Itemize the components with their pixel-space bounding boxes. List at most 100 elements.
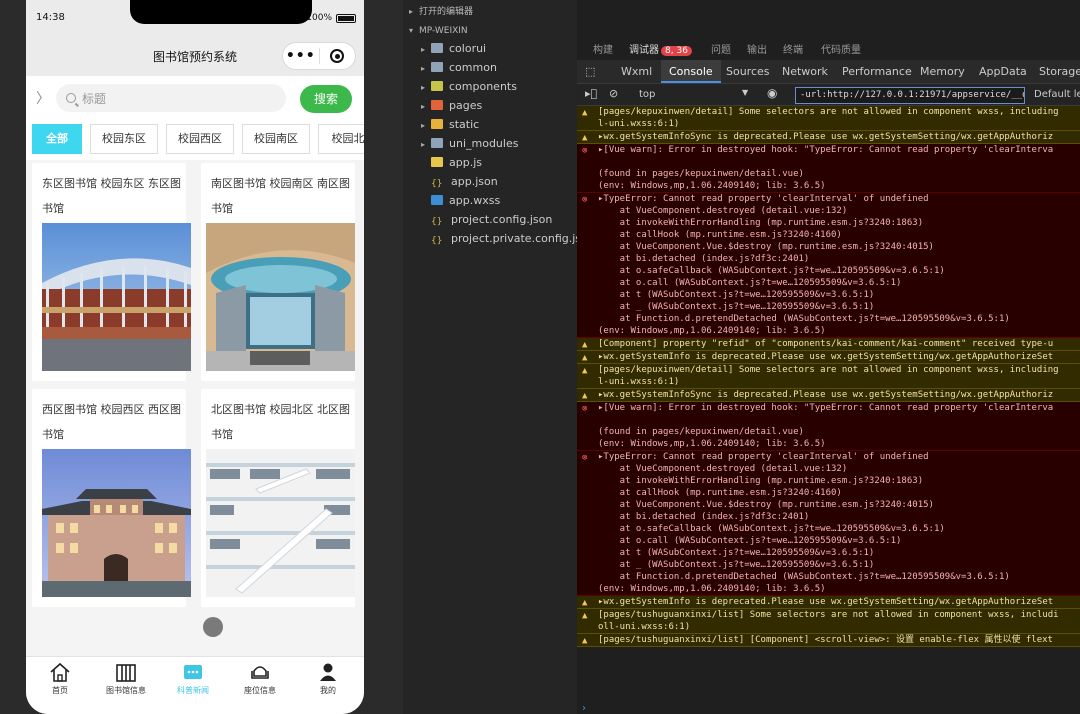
console-message-text: ▸TypeError: Cannot read property 'clearI… bbox=[598, 452, 1010, 594]
close-miniprogram-icon[interactable] bbox=[319, 49, 355, 63]
sidebar-toggle-icon[interactable]: ▸⃞ bbox=[585, 87, 597, 100]
library-card[interactable]: 东区图书馆 校园东区 东区图书馆 bbox=[32, 163, 191, 381]
category-all[interactable]: 全部 bbox=[32, 124, 82, 154]
tab-news[interactable]: 科普新闻 bbox=[163, 661, 223, 696]
console-message-text: [Component] property "refid" of "compone… bbox=[598, 339, 1054, 349]
error-icon: ⊗ bbox=[582, 453, 588, 463]
status-time: 14:38 bbox=[36, 12, 65, 23]
tab-console[interactable]: Console bbox=[661, 60, 721, 83]
project-header[interactable]: ▾ MP-WEIXIN bbox=[409, 21, 468, 40]
error-icon: ⊗ bbox=[582, 146, 588, 156]
console-output: ▲ [pages/kepuxinwen/detail] Some selector… bbox=[577, 106, 1080, 714]
tree-item-colorui[interactable]: ▸ colorui bbox=[421, 39, 486, 58]
console-error-message[interactable]: ⊗ ▸TypeError: Cannot read property 'clear… bbox=[577, 451, 1080, 596]
tree-item-project-config[interactable]: {} project.config.json bbox=[431, 210, 552, 229]
tab-memory[interactable]: Memory bbox=[920, 65, 965, 78]
tab-sources[interactable]: Sources bbox=[726, 65, 770, 78]
warning-icon: ▲ bbox=[582, 366, 588, 376]
warning-icon: ▲ bbox=[582, 340, 588, 350]
tab-label: 我的 bbox=[320, 686, 336, 695]
tab-label: 科普新闻 bbox=[177, 686, 209, 695]
home-icon bbox=[50, 662, 70, 682]
console-message-text: [pages/tushuguanxinxi/list] Some selecto… bbox=[598, 610, 1059, 632]
console-error-message[interactable]: ⊗ ▸[Vue warn]: Error in destroyed hook: "… bbox=[577, 144, 1080, 193]
console-warning-message[interactable]: ▲ [pages/kepuxinwen/detail] Some selector… bbox=[577, 106, 1080, 131]
console-warning-message[interactable]: ▲ [pages/tushuguanxinxi/list] [Component]… bbox=[577, 634, 1080, 647]
folder-pages-icon bbox=[431, 100, 443, 110]
tab-network[interactable]: Network bbox=[782, 65, 828, 78]
tab-label: 座位信息 bbox=[244, 686, 276, 695]
tab-home[interactable]: 首页 bbox=[30, 661, 90, 696]
library-card[interactable]: 北区图书馆 校园北区 北区图书馆 bbox=[201, 389, 355, 607]
clear-console-icon[interactable]: ⊘ bbox=[609, 87, 618, 100]
category-west[interactable]: 校园西区 bbox=[166, 124, 234, 154]
tab-storage[interactable]: Storage bbox=[1039, 65, 1080, 78]
tree-item-app-json[interactable]: {} app.json bbox=[431, 172, 498, 191]
folder-components-icon bbox=[431, 81, 443, 91]
warning-icon: ▲ bbox=[582, 133, 588, 143]
search-button[interactable]: 搜索 bbox=[300, 85, 352, 113]
js-file-icon bbox=[431, 157, 443, 167]
tab-wxml[interactable]: Wxml bbox=[621, 65, 652, 78]
console-warning-message[interactable]: ▲ [pages/tushuguanxinxi/list] Some select… bbox=[577, 609, 1080, 634]
tab-label: 首页 bbox=[52, 686, 68, 695]
console-error-message[interactable]: ⊗ ▸TypeError: Cannot read property 'clear… bbox=[577, 193, 1080, 338]
tab-code-quality[interactable]: 代码质量 bbox=[821, 41, 861, 56]
filter-input[interactable]: -url:http://127.0.0.1:21971/appservice/_… bbox=[795, 87, 1025, 104]
more-icon[interactable]: ••• bbox=[283, 49, 319, 63]
console-message-text: [pages/kepuxinwen/detail] Some selectors… bbox=[598, 107, 1059, 129]
tree-item-static[interactable]: ▸ static bbox=[421, 115, 479, 134]
tree-item-app-wxss[interactable]: app.wxss bbox=[431, 191, 500, 210]
library-card[interactable]: 西区图书馆 校园西区 西区图书馆 bbox=[32, 389, 191, 607]
eye-icon[interactable]: ◉ bbox=[767, 86, 777, 100]
console-warning-message[interactable]: ▲ ▸wx.getSystemInfo is deprecated.Please … bbox=[577, 351, 1080, 364]
inspect-icon[interactable]: ⬚ bbox=[585, 65, 595, 78]
console-prompt-icon[interactable]: › bbox=[582, 703, 586, 714]
chevron-left-icon[interactable]: 〉 bbox=[36, 88, 50, 108]
tab-terminal[interactable]: 终端 bbox=[783, 41, 803, 56]
tree-item-components[interactable]: ▸ components bbox=[421, 77, 517, 96]
tab-appdata[interactable]: AppData bbox=[979, 65, 1027, 78]
tree-item-app-js[interactable]: app.js bbox=[431, 153, 482, 172]
file-explorer: ▸ 打开的编辑器 ▾ MP-WEIXIN ▸ colorui ▸ common ▸ com… bbox=[403, 0, 592, 714]
tab-library-info[interactable]: 图书馆信息 bbox=[96, 661, 156, 696]
tab-mine[interactable]: 我的 bbox=[298, 661, 358, 696]
tree-item-pages[interactable]: ▸ pages bbox=[421, 96, 482, 115]
chevron-down-icon[interactable]: ▼ bbox=[742, 88, 748, 97]
chevron-right-icon: ▸ bbox=[421, 102, 426, 111]
tab-performance[interactable]: Performance bbox=[842, 65, 912, 78]
chevron-right-icon: ▸ bbox=[421, 45, 426, 54]
search-input[interactable]: 标题 bbox=[56, 84, 286, 112]
category-north[interactable]: 校园北 bbox=[318, 124, 364, 154]
console-message-text: [pages/tushuguanxinxi/list] [Component] … bbox=[598, 635, 1053, 645]
tab-problems[interactable]: 问题 bbox=[711, 41, 731, 56]
console-warning-message[interactable]: ▲ [Component] property "refid" of "compon… bbox=[577, 338, 1080, 351]
context-selector[interactable]: top bbox=[639, 89, 655, 100]
tab-output[interactable]: 输出 bbox=[747, 41, 767, 56]
console-warning-message[interactable]: ▲ ▸wx.getSystemInfoSync is deprecated.Ple… bbox=[577, 131, 1080, 144]
category-east[interactable]: 校园东区 bbox=[90, 124, 158, 154]
seat-icon bbox=[251, 666, 269, 679]
open-editors-header[interactable]: ▸ 打开的编辑器 bbox=[409, 2, 473, 21]
console-warning-message[interactable]: ▲ ▸wx.getSystemInfo is deprecated.Please … bbox=[577, 596, 1080, 609]
css-file-icon bbox=[431, 195, 443, 205]
json-file-icon: {} bbox=[431, 179, 443, 189]
tree-item-common[interactable]: ▸ common bbox=[421, 58, 497, 77]
category-south[interactable]: 校园南区 bbox=[242, 124, 310, 154]
warning-icon: ▲ bbox=[582, 391, 588, 401]
tab-debugger[interactable]: 调试器 8, 36 bbox=[629, 41, 692, 56]
console-warning-message[interactable]: ▲ [pages/kepuxinwen/detail] Some selector… bbox=[577, 364, 1080, 389]
console-warning-message[interactable]: ▲ ▸wx.getSystemInfoSync is deprecated.Ple… bbox=[577, 389, 1080, 402]
library-card[interactable]: 南区图书馆 校园南区 南区图书馆 bbox=[201, 163, 355, 381]
tab-build[interactable]: 构建 bbox=[593, 41, 613, 56]
log-levels-dropdown[interactable]: Default lev bbox=[1034, 89, 1080, 100]
floating-scroll-button[interactable] bbox=[203, 617, 223, 637]
tree-item-project-private-config[interactable]: {} project.private.config.js... bbox=[431, 229, 592, 248]
console-error-message[interactable]: ⊗ ▸[Vue warn]: Error in destroyed hook: "… bbox=[577, 402, 1080, 451]
search-icon bbox=[66, 93, 76, 103]
tab-seat-info[interactable]: 座位信息 bbox=[230, 661, 290, 696]
battery-status: 100% bbox=[306, 13, 356, 23]
library-photo bbox=[206, 223, 355, 371]
tree-item-uni-modules[interactable]: ▸ uni_modules bbox=[421, 134, 518, 153]
library-photo bbox=[42, 449, 191, 597]
